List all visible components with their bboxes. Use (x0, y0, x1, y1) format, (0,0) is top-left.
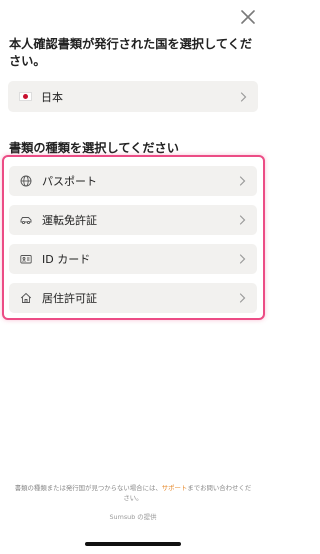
country-label: 日本 (41, 90, 63, 104)
powered-by: Sumsub の提供 (109, 513, 157, 521)
document-option-drivers-license[interactable]: 運転免許証 (9, 205, 257, 235)
chevron-right-icon (239, 293, 246, 303)
country-heading: 本人確認書類が発行された国を選択してください。 (9, 37, 253, 68)
car-icon (20, 214, 32, 226)
document-option-label: 居住許可証 (42, 292, 97, 305)
footer-note: 書類の種類または発行国が見つからない場合には、サポートまでお問い合わせください。 (14, 484, 252, 503)
close-icon (241, 10, 255, 24)
chevron-right-icon (239, 254, 246, 264)
home-icon (20, 292, 32, 304)
document-option-label: パスポート (42, 175, 97, 188)
document-type-heading: 書類の種類を選択してください (9, 141, 179, 155)
document-option-residence-permit[interactable]: 居住許可証 (9, 283, 257, 313)
japan-flag-icon (19, 92, 32, 101)
country-selector[interactable]: 日本 (8, 81, 258, 112)
document-option-label: 運転免許証 (42, 214, 97, 227)
globe-icon (20, 175, 32, 187)
document-option-passport[interactable]: パスポート (9, 166, 257, 196)
document-option-id-card[interactable]: ID カード (9, 244, 257, 274)
chevron-right-icon (239, 215, 246, 225)
id-card-icon (20, 253, 32, 265)
footer-note-text: 書類の種類または発行国が見つからない場合には、 (14, 484, 162, 492)
document-type-list: パスポート 運転免許証 ID カード 居住許可証 (2, 155, 265, 320)
home-indicator[interactable] (85, 542, 181, 546)
chevron-right-icon (239, 176, 246, 186)
chevron-right-icon (240, 91, 247, 102)
support-link[interactable]: サポート (162, 484, 188, 492)
document-option-label: ID カード (42, 253, 91, 266)
close-button[interactable] (239, 8, 257, 26)
